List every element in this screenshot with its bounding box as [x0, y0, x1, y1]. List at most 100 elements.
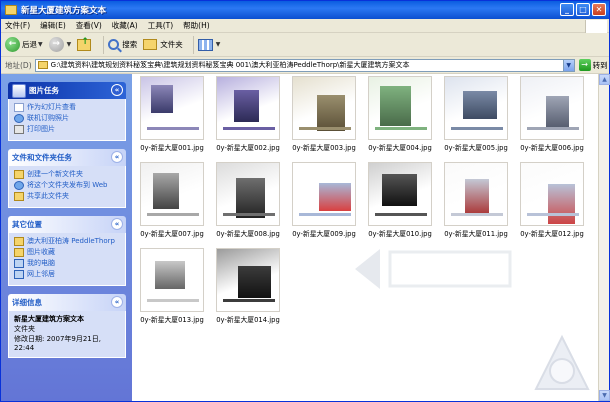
close-button[interactable]: ✕: [592, 3, 606, 16]
image-block: [527, 127, 579, 130]
place-my-computer[interactable]: 我的电脑: [14, 259, 121, 268]
thumbnail-image: [292, 162, 356, 226]
chevron-down-icon[interactable]: ▼: [67, 41, 72, 48]
menu-edit[interactable]: 编辑(E): [40, 20, 66, 31]
file-view: 0y-新星大厦001.jpg 0y-新星大厦002.jpg 0y-新星大厦003.j…: [132, 74, 598, 401]
file-thumbnail[interactable]: 0y-新星大厦014.jpg: [214, 248, 282, 324]
file-name: 0y-新星大厦012.jpg: [520, 230, 584, 238]
up-folder-button[interactable]: [77, 37, 93, 51]
panel-title: 文件和文件夹任务: [12, 153, 72, 162]
scroll-down-icon[interactable]: ▼: [599, 390, 610, 401]
task-label: 共享此文件夹: [27, 192, 69, 200]
title-bar[interactable]: 新星大厦建筑方案文本 _ □ ✕: [1, 1, 609, 19]
collapse-icon[interactable]: «: [111, 151, 123, 163]
go-button[interactable]: → 转到: [578, 59, 608, 71]
chevron-down-icon[interactable]: ▼: [38, 41, 43, 48]
address-path: G:\建筑资料\建筑规划资料秘笈宝典\建筑规划资料秘笈宝典 001\澳大利亚柏涛…: [50, 61, 410, 69]
views-button[interactable]: ▼: [197, 38, 221, 51]
file-tasks-header[interactable]: 文件和文件夹任务 «: [8, 149, 126, 166]
search-button[interactable]: 搜索: [108, 39, 137, 50]
other-places-header[interactable]: 其它位置 «: [8, 216, 126, 233]
task-order-photos[interactable]: 联机订购照片: [14, 114, 121, 123]
chevron-down-icon[interactable]: ▼: [216, 41, 221, 48]
image-block: [382, 174, 417, 206]
thumbnail-image: [216, 76, 280, 140]
image-block: [463, 91, 497, 119]
image-block: [147, 127, 199, 130]
file-thumbnail[interactable]: 0y-新星大厦009.jpg: [290, 162, 358, 238]
file-thumbnail[interactable]: 0y-新星大厦004.jpg: [366, 76, 434, 152]
search-label: 搜索: [122, 40, 138, 49]
task-slideshow[interactable]: 作为幻灯片查看: [14, 103, 121, 112]
menu-file[interactable]: 文件(F): [5, 20, 30, 31]
scroll-up-icon[interactable]: ▲: [599, 74, 610, 85]
details-header[interactable]: 详细信息 «: [8, 294, 126, 311]
forward-button[interactable]: → ▼: [48, 37, 72, 52]
file-thumbnail[interactable]: 0y-新星大厦001.jpg: [138, 76, 206, 152]
file-thumbnail[interactable]: 0y-新星大厦008.jpg: [214, 162, 282, 238]
file-thumbnail[interactable]: 0y-新星大厦003.jpg: [290, 76, 358, 152]
thumbnail-image: [520, 162, 584, 226]
picture-tasks-header[interactable]: 图片任务 «: [8, 82, 126, 99]
task-new-folder[interactable]: 创建一个新文件夹: [14, 170, 121, 179]
file-thumbnail[interactable]: 0y-新星大厦013.jpg: [138, 248, 206, 324]
back-button[interactable]: ← 后退 ▼: [5, 37, 43, 52]
place-label: 网上邻居: [27, 270, 55, 278]
task-print-pictures[interactable]: 打印图片: [14, 125, 121, 134]
collapse-icon[interactable]: «: [111, 84, 123, 96]
file-thumbnail[interactable]: 0y-新星大厦002.jpg: [214, 76, 282, 152]
folders-button[interactable]: 文件夹: [143, 39, 183, 50]
chevron-down-icon[interactable]: ▼: [562, 59, 574, 71]
menu-tools[interactable]: 工具(T): [148, 20, 173, 31]
details-modified: 修改日期: 2007年9月21日, 22:44: [14, 335, 101, 352]
back-arrow-icon: ←: [5, 37, 20, 52]
menu-help[interactable]: 帮助(H): [183, 20, 210, 31]
address-bar: 地址(D) G:\建筑资料\建筑规划资料秘笈宝典\建筑规划资料秘笈宝典 001\…: [1, 57, 609, 74]
menu-view[interactable]: 查看(V): [76, 20, 102, 31]
file-thumbnail[interactable]: 0y-新星大厦012.jpg: [518, 162, 586, 238]
thumbnail-image: [140, 248, 204, 312]
image-block: [299, 213, 351, 216]
picture-tasks-panel: 图片任务 « 作为幻灯片查看 联机订购照片 打印图片: [8, 82, 126, 141]
file-thumbnail[interactable]: 0y-新星大厦007.jpg: [138, 162, 206, 238]
file-thumbnail[interactable]: 0y-新星大厦011.jpg: [442, 162, 510, 238]
thumbnail-image: [140, 162, 204, 226]
collapse-icon[interactable]: «: [111, 296, 123, 308]
collapse-icon[interactable]: «: [111, 218, 123, 230]
address-input[interactable]: G:\建筑资料\建筑规划资料秘笈宝典\建筑规划资料秘笈宝典 001\澳大利亚柏涛…: [34, 58, 575, 72]
file-name: 0y-新星大厦008.jpg: [216, 230, 280, 238]
image-block: [236, 178, 265, 218]
go-label: 转到: [592, 60, 608, 70]
panel-title: 详细信息: [12, 298, 42, 307]
place-label: 图片收藏: [27, 248, 55, 256]
task-label: 作为幻灯片查看: [27, 103, 76, 111]
thumbnail-image: [216, 248, 280, 312]
printer-icon: [14, 125, 24, 134]
image-block: [151, 85, 173, 113]
task-publish-web[interactable]: 将这个文件夹发布到 Web: [14, 181, 121, 190]
thumbnail-image: [520, 76, 584, 140]
thumbnail-image: [444, 76, 508, 140]
place-parent-folder[interactable]: 澳大利亚柏涛 PeddleThorp: [14, 237, 121, 246]
toolbar-separator: [192, 35, 194, 54]
pictures-folder-icon: [14, 248, 24, 257]
watermark-corner-logo: [534, 334, 590, 390]
file-name: 0y-新星大厦009.jpg: [292, 230, 356, 238]
menu-favorites[interactable]: 收藏(A): [112, 20, 138, 31]
minimize-button[interactable]: _: [560, 3, 574, 16]
task-label: 联机订购照片: [27, 114, 69, 122]
place-my-pictures[interactable]: 图片收藏: [14, 248, 121, 257]
place-network[interactable]: 网上邻居: [14, 270, 121, 279]
file-thumbnail[interactable]: 0y-新星大厦010.jpg: [366, 162, 434, 238]
task-share-folder[interactable]: 共享此文件夹: [14, 192, 121, 201]
network-icon: [14, 270, 24, 279]
file-thumbnail[interactable]: 0y-新星大厦006.jpg: [518, 76, 586, 152]
folder-icon: [37, 61, 48, 69]
file-thumbnail[interactable]: 0y-新星大厦005.jpg: [442, 76, 510, 152]
maximize-button[interactable]: □: [576, 3, 590, 16]
folder-icon: [143, 39, 158, 50]
vertical-scrollbar[interactable]: ▲ ▼: [598, 74, 610, 401]
file-name: 0y-新星大厦004.jpg: [368, 144, 432, 152]
explorer-window: 新星大厦建筑方案文本 _ □ ✕ 文件(F) 编辑(E) 查看(V) 收藏(A)…: [0, 0, 610, 402]
image-block: [317, 95, 345, 131]
